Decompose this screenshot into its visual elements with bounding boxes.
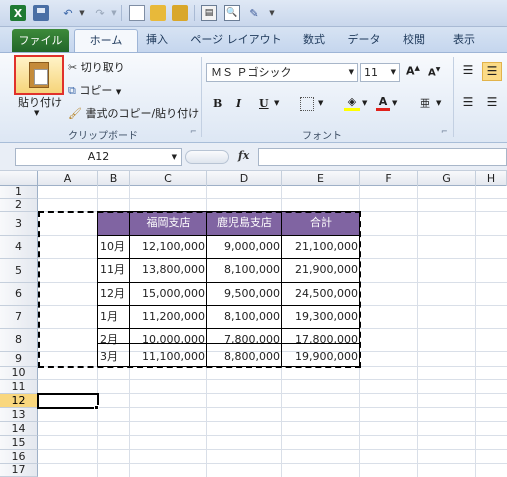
ribbon-home: 貼り付け ▼ ✂ 切り取り ⧉ コピー ▼ 🖌 書式のコピー/貼り付け クリップ… (0, 52, 507, 143)
shrink-font-icon[interactable]: A▼ (428, 66, 440, 78)
tab-home[interactable]: ホーム (74, 29, 138, 53)
row-header-13[interactable]: 13 (0, 408, 38, 422)
formula-divider-handle[interactable] (185, 150, 229, 164)
copy-icon: ⧉ (68, 84, 76, 97)
format-painter-icon: 🖌 (68, 107, 82, 120)
phonetic-dropdown-icon[interactable]: ▼ (436, 99, 441, 107)
row-header-9[interactable]: 9 (0, 352, 38, 367)
row-header-12[interactable]: 12 (0, 394, 38, 408)
column-header-e[interactable]: E (282, 171, 360, 186)
undo-dropdown-icon[interactable]: ▼ (74, 5, 90, 21)
row-header-8[interactable]: 8 (0, 329, 38, 352)
spelling-icon[interactable]: ✎ (246, 5, 262, 21)
column-header-f[interactable]: F (360, 171, 418, 186)
font-size-select[interactable]: 11 ▼ (360, 63, 400, 82)
row-header-16[interactable]: 16 (0, 450, 38, 464)
cut-button[interactable]: ✂ 切り取り (68, 59, 125, 75)
fill-color-dropdown-icon[interactable]: ▼ (362, 99, 367, 107)
row-header-3[interactable]: 3 (0, 212, 38, 236)
phonetic-guide-icon[interactable]: 亜 (420, 95, 430, 110)
open-folder-icon[interactable] (150, 5, 166, 21)
name-box-value: A12 (87, 150, 110, 163)
borders-icon[interactable] (300, 97, 314, 111)
active-cell-a12[interactable] (37, 393, 99, 409)
formula-input[interactable] (258, 148, 507, 166)
clipboard-launcher-icon[interactable]: ⌐ (190, 127, 197, 136)
column-header-d[interactable]: D (207, 171, 282, 186)
column-header-c[interactable]: C (130, 171, 207, 186)
print-icon[interactable]: ▤ (201, 5, 217, 21)
paste-button[interactable] (14, 55, 64, 95)
column-header-b[interactable]: B (98, 171, 130, 186)
column-header-g[interactable]: G (418, 171, 476, 186)
insert-function-button[interactable]: fx (238, 149, 249, 162)
excel-logo-icon: X (10, 5, 26, 21)
bold-button[interactable]: B (213, 97, 222, 110)
grow-font-icon[interactable]: A▲ (406, 64, 420, 78)
row-header-2[interactable]: 2 (0, 199, 38, 212)
copy-button[interactable]: ⧉ コピー ▼ (68, 82, 121, 98)
row-header-7[interactable]: 7 (0, 306, 38, 329)
borders-dropdown-icon[interactable]: ▼ (318, 99, 323, 107)
row-header-5[interactable]: 5 (0, 259, 38, 283)
fill-handle[interactable] (94, 405, 99, 410)
align-middle-icon[interactable]: ☰ (482, 62, 502, 81)
align-top-icon[interactable]: ☰ (460, 63, 476, 79)
tab-formulas[interactable]: 数式 (296, 27, 332, 52)
font-name-value: ＭＳ Ｐゴシック (211, 66, 292, 79)
font-color-dropdown-icon[interactable]: ▼ (392, 99, 397, 107)
copy-marquee (38, 211, 361, 368)
underline-button[interactable]: U (259, 97, 269, 110)
font-size-value: 11 (364, 66, 378, 79)
align-center-icon[interactable]: ☰ (484, 95, 500, 111)
paste-icon (29, 62, 49, 88)
clipboard-group-label: クリップボード (68, 131, 138, 142)
select-all-corner[interactable] (0, 171, 38, 186)
customize-qat-icon[interactable]: ▼ (264, 5, 280, 21)
font-launcher-icon[interactable]: ⌐ (441, 127, 448, 136)
redo-dropdown-icon[interactable]: ▼ (106, 5, 122, 21)
ribbon-tabs: ファイル ホーム 挿入 ページ レイアウト 数式 データ 校閲 表示 (0, 27, 507, 53)
row-header-10[interactable]: 10 (0, 367, 38, 380)
font-group-label: フォント (302, 131, 342, 142)
row-header-6[interactable]: 6 (0, 283, 38, 306)
new-file-icon[interactable] (129, 5, 145, 21)
underline-dropdown-icon[interactable]: ▼ (274, 99, 279, 107)
name-box[interactable]: A12 ▼ (15, 148, 182, 166)
font-color-icon[interactable]: A (376, 95, 390, 111)
folder-icon[interactable] (172, 5, 188, 21)
copy-label: コピー (79, 84, 113, 97)
quick-access-toolbar: X ↶ ▼ ↷ ▼ ▤ 🔍 ✎ ▼ (0, 0, 507, 27)
tab-data[interactable]: データ (344, 27, 384, 52)
tab-review[interactable]: 校閲 (396, 27, 432, 52)
row-header-15[interactable]: 15 (0, 436, 38, 450)
italic-button[interactable]: I (236, 97, 241, 110)
tab-file[interactable]: ファイル (12, 29, 69, 52)
format-painter-label: 書式のコピー/貼り付け (85, 107, 200, 120)
row-header-14[interactable]: 14 (0, 422, 38, 436)
format-painter-button[interactable]: 🖌 書式のコピー/貼り付け (68, 105, 199, 121)
row-header-17[interactable]: 17 (0, 464, 38, 477)
column-header-a[interactable]: A (38, 171, 98, 186)
scissors-icon: ✂ (68, 61, 78, 74)
column-header-h[interactable]: H (476, 171, 507, 186)
column-headers: A B C D E F G H (0, 171, 507, 186)
tab-page-layout[interactable]: ページ レイアウト (188, 27, 284, 52)
align-left-icon[interactable]: ☰ (460, 95, 476, 111)
print-preview-icon[interactable]: 🔍 (224, 5, 240, 21)
paste-label[interactable]: 貼り付け (18, 94, 62, 110)
tab-insert[interactable]: 挿入 (138, 27, 176, 52)
row-header-4[interactable]: 4 (0, 236, 38, 259)
tab-view[interactable]: 表示 (446, 27, 482, 52)
row-header-11[interactable]: 11 (0, 380, 38, 394)
paste-dropdown-icon[interactable]: ▼ (34, 109, 39, 117)
font-name-select[interactable]: ＭＳ Ｐゴシック ▼ (206, 63, 358, 82)
save-icon[interactable] (33, 5, 49, 21)
cut-label: 切り取り (80, 61, 125, 74)
fill-color-icon[interactable]: ◈ (344, 95, 360, 111)
